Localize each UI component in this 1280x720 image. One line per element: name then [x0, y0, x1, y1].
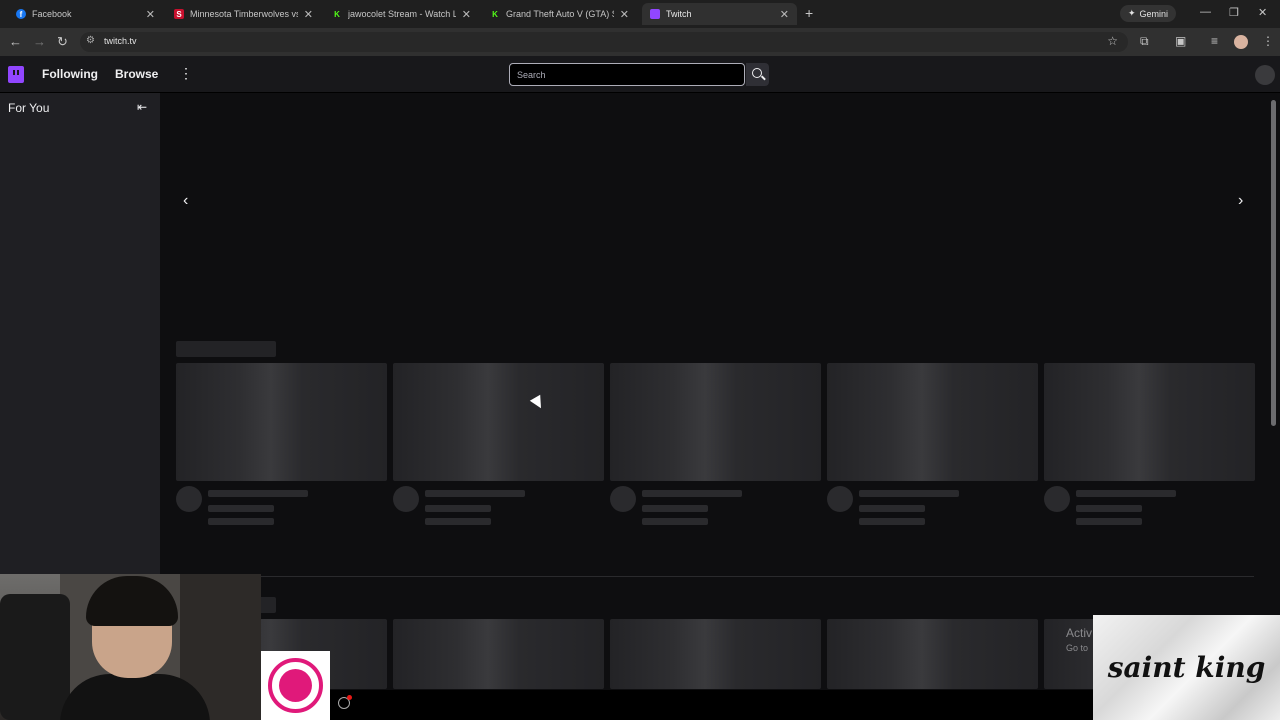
- section-title-placeholder: [176, 341, 276, 357]
- text-line-placeholder: [208, 505, 274, 512]
- extensions-icon[interactable]: ⧉: [1140, 34, 1149, 49]
- text-line-placeholder: [859, 505, 925, 512]
- new-tab-button[interactable]: +: [805, 5, 813, 21]
- text-line-placeholder: [425, 518, 491, 525]
- close-icon[interactable]: ✕: [146, 8, 155, 21]
- stream-card-placeholder[interactable]: [393, 363, 604, 481]
- text-line-placeholder: [425, 490, 525, 497]
- back-icon[interactable]: ←: [9, 34, 22, 49]
- address-bar[interactable]: ⚙ twitch.tv ☆: [80, 32, 1128, 52]
- section-divider: [176, 576, 1254, 577]
- brand-text: saint king: [1107, 651, 1266, 684]
- restore-icon[interactable]: ❐: [1229, 6, 1239, 19]
- text-line-placeholder: [1076, 518, 1142, 525]
- text-line-placeholder: [642, 490, 742, 497]
- search-button[interactable]: [746, 63, 769, 86]
- reload-icon[interactable]: ↻: [57, 34, 68, 50]
- facebook-icon: f: [16, 9, 26, 19]
- channel-avatar-placeholder: [176, 486, 202, 512]
- minimize-icon[interactable]: —: [1200, 6, 1211, 18]
- gemini-button[interactable]: ✦ Gemini: [1120, 5, 1177, 22]
- kick-icon: K: [492, 9, 498, 19]
- nav-browse[interactable]: Browse: [115, 67, 158, 81]
- channel-avatar-placeholder: [1044, 486, 1070, 512]
- media-icon[interactable]: ≡: [1211, 34, 1218, 48]
- menu-kebab-icon[interactable]: ⋮: [1262, 34, 1274, 48]
- nav-following[interactable]: Following: [42, 67, 98, 81]
- kick-icon: K: [334, 9, 340, 19]
- kampineros-logo: [261, 651, 330, 720]
- close-icon[interactable]: ✕: [780, 8, 789, 21]
- search-icon: [752, 68, 762, 78]
- search-input[interactable]: Search: [509, 63, 745, 86]
- carousel-prev-icon[interactable]: ‹: [183, 192, 188, 210]
- profile-avatar[interactable]: [1234, 35, 1248, 49]
- scrollbar[interactable]: [1271, 100, 1276, 426]
- tab-title: jawocolet Stream - Watch Live: [348, 9, 456, 19]
- sidebar-title: For You: [8, 101, 50, 115]
- text-line-placeholder: [1076, 505, 1142, 512]
- twitch-icon: [650, 9, 660, 19]
- channel-avatar-placeholder: [827, 486, 853, 512]
- gemini-label: Gemini: [1139, 8, 1169, 19]
- webcam-chair: [0, 594, 70, 720]
- close-icon[interactable]: ✕: [620, 8, 629, 21]
- text-line-placeholder: [1076, 490, 1176, 497]
- record-icon: [338, 695, 352, 709]
- forward-icon[interactable]: →: [33, 34, 46, 49]
- twitch-logo-icon[interactable]: [8, 66, 24, 83]
- tab-gta[interactable]: K Grand Theft Auto V (GTA) Strea ✕: [482, 3, 637, 25]
- close-icon[interactable]: ✕: [304, 8, 313, 21]
- channel-avatar-placeholder: [393, 486, 419, 512]
- stream-card-placeholder[interactable]: [610, 363, 821, 481]
- tab-minnesota[interactable]: S Minnesota Timberwolves vs Wa ✕: [166, 3, 321, 25]
- stream-card-placeholder[interactable]: [393, 619, 604, 689]
- stream-card-placeholder[interactable]: [176, 363, 387, 481]
- text-line-placeholder: [859, 490, 959, 497]
- bookmark-star-icon[interactable]: ☆: [1107, 34, 1118, 48]
- text-line-placeholder: [208, 518, 274, 525]
- tab-title: Minnesota Timberwolves vs Wa: [190, 9, 298, 19]
- close-window-icon[interactable]: ✕: [1258, 6, 1267, 19]
- text-line-placeholder: [642, 505, 708, 512]
- sparkle-icon: ✦: [1128, 8, 1136, 18]
- tab-twitch[interactable]: Twitch ✕: [642, 3, 797, 25]
- activate-windows-title: Activ: [1066, 626, 1093, 640]
- site-info-icon[interactable]: ⚙: [86, 35, 95, 46]
- browser-toolbar: ← → ↻ ⚙ twitch.tv ☆ ⧉ ▣ ≡ ⋮: [0, 28, 1280, 56]
- sidepanel-icon[interactable]: ▣: [1175, 34, 1186, 48]
- tab-title: Facebook: [32, 9, 72, 19]
- user-avatar[interactable]: [1255, 65, 1275, 85]
- more-menu-icon[interactable]: ⋮: [179, 65, 193, 82]
- text-line-placeholder: [642, 518, 708, 525]
- tab-jawocolet[interactable]: K jawocolet Stream - Watch Live ✕: [324, 3, 479, 25]
- tab-title: Grand Theft Auto V (GTA) Strea: [506, 9, 614, 19]
- browser-tab-bar: f Facebook ✕ S Minnesota Timberwolves vs…: [0, 0, 1280, 28]
- collapse-sidebar-icon[interactable]: ⇤: [137, 100, 147, 114]
- text-line-placeholder: [208, 490, 308, 497]
- s-icon: S: [174, 9, 184, 19]
- stream-card-placeholder[interactable]: [827, 619, 1038, 689]
- channel-avatar-placeholder: [610, 486, 636, 512]
- carousel-next-icon[interactable]: ›: [1238, 192, 1243, 210]
- rose-icon: [279, 669, 312, 702]
- stream-card-placeholder[interactable]: [1044, 363, 1255, 481]
- tab-facebook[interactable]: f Facebook ✕: [8, 3, 163, 25]
- close-icon[interactable]: ✕: [462, 8, 471, 21]
- tab-title: Twitch: [666, 9, 692, 19]
- stream-card-placeholder[interactable]: [827, 363, 1038, 481]
- text-line-placeholder: [859, 518, 925, 525]
- activate-windows-sub: Go to: [1066, 643, 1089, 653]
- url-text: twitch.tv: [104, 36, 137, 46]
- stream-card-placeholder[interactable]: [610, 619, 821, 689]
- saint-king-brand-overlay: saint king: [1093, 615, 1280, 720]
- webcam-overlay: [0, 574, 261, 720]
- text-line-placeholder: [425, 505, 491, 512]
